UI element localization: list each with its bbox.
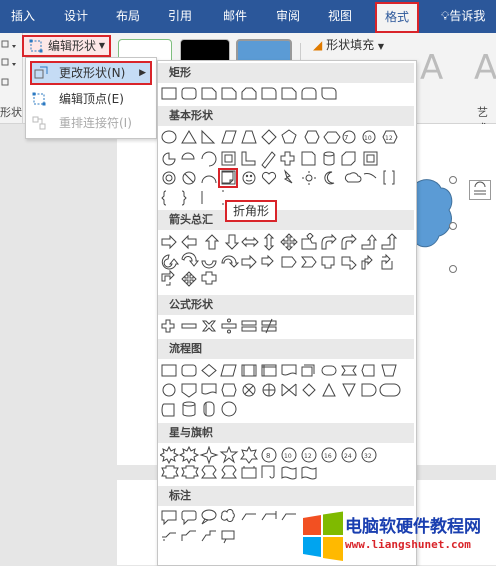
paint-bucket-icon: ◢ (313, 38, 323, 52)
shape-fill-button[interactable]: ◢ 形状填充 ▼ (313, 36, 384, 53)
category-callouts: 标注 (158, 486, 414, 506)
round-same-side-rectangle-shape[interactable] (301, 87, 317, 100)
stars-banners-grid[interactable]: 8 10 12 16 24 32 (160, 446, 405, 484)
edit-points-icon (32, 92, 46, 106)
tell-me-box[interactable]: 💡︎告诉我 (441, 0, 485, 33)
round-corner-rectangle-shape[interactable] (261, 87, 277, 100)
snip-round-rectangle-shape[interactable] (281, 87, 297, 100)
tab-layout[interactable]: 布局 (110, 0, 146, 33)
edit-shape-icon (29, 39, 43, 53)
flowchart-shapes-grid[interactable] (160, 362, 405, 420)
watermark-title: 电脑软硬件教程网 (345, 517, 481, 537)
category-label: 矩形 (169, 66, 191, 79)
edit-shape-label: 编辑形状 (48, 39, 97, 53)
insert-shapes-icons[interactable] (0, 33, 22, 103)
category-label: 箭头总汇 (169, 213, 213, 226)
rounded-rectangle-shape[interactable] (181, 87, 197, 100)
tab-mailings[interactable]: 邮件 (217, 0, 253, 33)
tab-review[interactable]: 审阅 (270, 0, 306, 33)
change-shape-label: 更改形状(N) (59, 66, 126, 80)
ribbon-tab-bar: 插入 设计 布局 引用 邮件 审阅 视图 格式 💡︎告诉我 (0, 0, 496, 33)
reroute-connectors-menu-item: 重排连接符(I) (26, 111, 156, 135)
svg-text:7: 7 (344, 134, 348, 142)
category-label: 标注 (169, 489, 191, 502)
category-basic-shapes: 基本形状 (158, 106, 414, 126)
cloud-shape[interactable] (415, 176, 453, 250)
category-equation-shapes: 公式形状 (158, 295, 414, 315)
chevron-down-icon: ▼ (377, 42, 385, 51)
layout-options-button[interactable] (469, 180, 491, 200)
shape-fill-label: 形状填充 (326, 38, 375, 52)
wordart-style-2[interactable]: A (474, 48, 496, 88)
category-flowchart: 流程图 (158, 339, 414, 359)
tab-format[interactable]: 格式 (375, 2, 419, 33)
edit-points-label: 编辑顶点(E) (59, 92, 124, 106)
svg-text:12: 12 (304, 453, 312, 460)
equation-shapes-row[interactable] (160, 318, 280, 334)
rectangle-shapes-row[interactable] (160, 86, 390, 102)
reroute-connectors-icon (32, 116, 46, 130)
layout-options-icon (474, 181, 486, 195)
svg-text:12: 12 (385, 135, 393, 142)
basic-shapes-grid[interactable]: 7 10 12 (160, 128, 400, 210)
category-label: 星与旗帜 (169, 426, 213, 439)
snip-same-side-rectangle-shape[interactable] (221, 87, 237, 100)
chevron-down-icon: ▼ (98, 41, 105, 50)
tab-insert[interactable]: 插入 (5, 0, 41, 33)
svg-text:32: 32 (364, 453, 372, 460)
reroute-connectors-label: 重排连接符(I) (59, 116, 132, 130)
block-arrows-grid[interactable] (160, 233, 400, 291)
chevron-right-icon: ▶ (139, 68, 146, 78)
category-stars-banners: 星与旗帜 (158, 423, 414, 443)
wordart-style-1[interactable]: A (420, 48, 443, 88)
edit-shape-button[interactable]: 编辑形状 ▼ (22, 35, 111, 57)
category-label: 流程图 (169, 342, 202, 355)
change-shape-icon (34, 66, 48, 79)
edit-points-menu-item[interactable]: 编辑顶点(E) (26, 87, 156, 111)
folded-corner-shape-highlight[interactable] (218, 168, 238, 188)
shape-tooltip: 折角形 (225, 200, 277, 222)
tell-me-label: 告诉我 (449, 9, 486, 23)
svg-text:10: 10 (364, 135, 372, 142)
resize-handle-right[interactable] (449, 222, 457, 230)
category-label: 公式形状 (169, 298, 213, 311)
svg-text:16: 16 (324, 453, 332, 460)
folded-corner-icon (221, 171, 234, 184)
resize-handle-bottom-right[interactable] (449, 265, 457, 273)
tab-design[interactable]: 设计 (56, 0, 96, 33)
category-block-arrows: 箭头总汇 (158, 210, 414, 230)
svg-text:8: 8 (266, 452, 270, 460)
category-rectangles: 矩形 (158, 63, 414, 83)
resize-handle-top-right[interactable] (449, 176, 457, 184)
tab-references[interactable]: 引用 (162, 0, 198, 33)
round-diagonal-rectangle-shape[interactable] (321, 87, 337, 100)
snip-diagonal-rectangle-shape[interactable] (241, 87, 257, 100)
shapes-group-label: 形状 (0, 106, 22, 119)
rectangle-shape[interactable] (161, 87, 177, 100)
callouts-grid[interactable] (160, 509, 300, 554)
snip-corner-rectangle-shape[interactable] (201, 87, 217, 100)
tab-view[interactable]: 视图 (322, 0, 358, 33)
category-label: 基本形状 (169, 109, 213, 122)
watermark-url: www.liangshunet.com (345, 538, 471, 551)
change-shape-menu-item[interactable]: 更改形状(N) ▶ (30, 61, 152, 85)
svg-text:24: 24 (344, 453, 352, 460)
svg-text:10: 10 (284, 453, 292, 460)
edit-shape-menu: 更改形状(N) ▶ 编辑顶点(E) 重排连接符(I) (25, 57, 157, 139)
